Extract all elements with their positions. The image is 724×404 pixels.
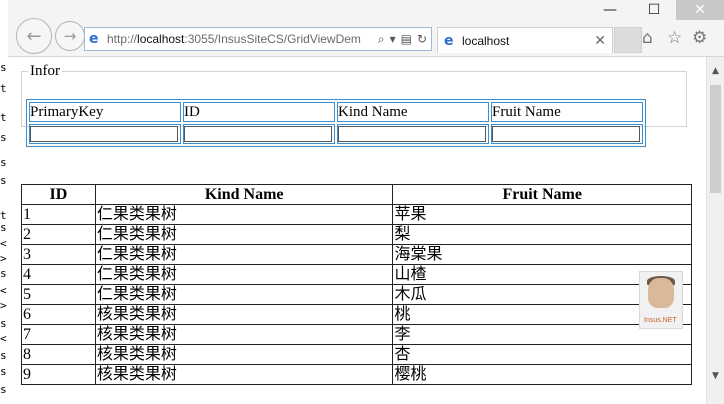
scroll-up-icon[interactable]: ▲	[707, 63, 724, 79]
avatar-face	[648, 278, 674, 308]
grid-header-id: ID	[21, 184, 96, 205]
page-content: Infor PrimaryKey ID Kind Name Fruit Name…	[8, 57, 707, 404]
fruitname-input[interactable]	[492, 126, 640, 142]
tab-localhost[interactable]: e localhost ✕	[437, 27, 613, 53]
infor-header-row: PrimaryKey ID Kind Name Fruit Name	[29, 102, 643, 122]
kindname-input[interactable]	[338, 126, 486, 142]
infor-input-row	[29, 124, 643, 144]
table-row[interactable]: 1 仁果类果树 苹果	[21, 204, 692, 225]
scroll-thumb[interactable]	[710, 85, 721, 193]
fruit-gridview: ID Kind Name Fruit Name 1 仁果类果树 苹果 2 仁果类果树梨…	[21, 184, 692, 385]
infor-legend: Infor	[30, 63, 60, 79]
close-window-button[interactable]: ✕	[676, 0, 724, 20]
grid-header-row: ID Kind Name Fruit Name	[21, 184, 692, 205]
back-arrow-icon: ←	[26, 25, 42, 47]
browser-chrome: — ☐ ✕ ← → e http://localhost:3055/InsusS…	[8, 0, 724, 57]
scroll-down-icon[interactable]: ▼	[707, 368, 724, 384]
favorites-star-icon[interactable]: ☆	[667, 28, 682, 48]
window-controls: — ☐ ✕	[588, 0, 724, 20]
table-row[interactable]: 2 仁果类果树梨	[21, 224, 692, 245]
infor-header-kindname: Kind Name	[337, 102, 489, 122]
compat-view-icon[interactable]: ▤	[401, 32, 412, 47]
vertical-scrollbar[interactable]: ▲ ▼	[706, 57, 724, 404]
table-row[interactable]: 3 仁果类果树 海棠果	[21, 244, 692, 265]
ie-logo-icon: e	[444, 32, 454, 49]
forward-button[interactable]: →	[55, 21, 85, 51]
address-tools: ⌕ ▾ ▤ ↻	[374, 32, 431, 47]
maximize-button[interactable]: ☐	[632, 0, 676, 20]
grid-header-kindname: Kind Name	[94, 184, 394, 205]
address-bar[interactable]: e http://localhost:3055/InsusSiteCS/Grid…	[84, 27, 432, 51]
refresh-icon[interactable]: ↻	[417, 32, 427, 47]
primarykey-input[interactable]	[30, 126, 178, 142]
tab-title: localhost	[462, 33, 510, 48]
table-row[interactable]: 9 核果类果树 樱桃	[21, 364, 692, 385]
watermark-brand: Insus.NET	[644, 317, 677, 324]
table-row[interactable]: 8 核果类果树杏	[21, 344, 692, 365]
infor-table: PrimaryKey ID Kind Name Fruit Name	[26, 99, 646, 147]
home-icon[interactable]: ⌂	[642, 28, 653, 48]
address-url[interactable]: http://localhost:3055/InsusSiteCS/GridVi…	[107, 32, 374, 46]
back-button[interactable]: ←	[16, 18, 52, 54]
forward-arrow-icon: →	[63, 27, 77, 45]
close-tab-icon[interactable]: ✕	[594, 33, 612, 49]
search-icon[interactable]: ⌕	[378, 32, 385, 47]
infor-header-fruitname: Fruit Name	[491, 102, 643, 122]
table-row[interactable]: 4 仁果类果树 山楂	[21, 264, 692, 285]
watermark-avatar: Insus.NET	[639, 271, 683, 329]
grid-header-fruitname: Fruit Name	[392, 184, 692, 205]
id-input[interactable]	[184, 126, 332, 142]
ie-logo-icon: e	[89, 31, 99, 47]
new-tab-button[interactable]	[614, 27, 642, 53]
table-row[interactable]: 7 核果类果树李	[21, 324, 692, 345]
table-row[interactable]: 5 仁果类果树 木瓜	[21, 284, 692, 305]
infor-header-primarykey: PrimaryKey	[29, 102, 181, 122]
table-row[interactable]: 6 核果类果树桃	[21, 304, 692, 325]
settings-gear-icon[interactable]: ⚙	[692, 28, 707, 48]
infor-header-id: ID	[183, 102, 335, 122]
minimize-button[interactable]: —	[588, 0, 632, 20]
infor-fieldset: Infor PrimaryKey ID Kind Name Fruit Name	[21, 63, 687, 147]
dropdown-arrow-icon[interactable]: ▾	[390, 32, 396, 47]
